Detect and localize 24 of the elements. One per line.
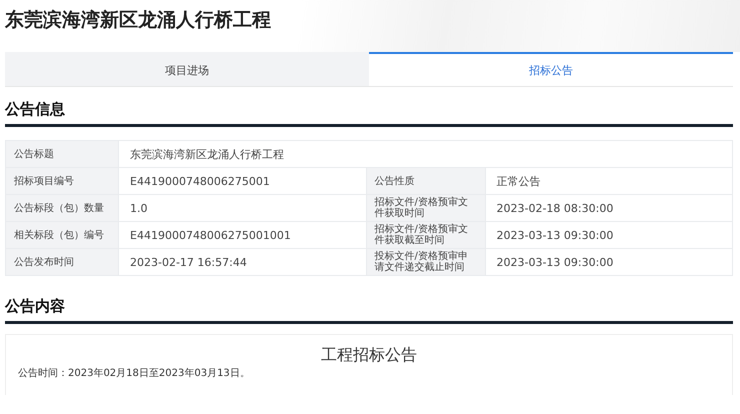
field-label: 相关标段（包）编号 [6, 222, 118, 248]
page-title: 东莞滨海湾新区龙涌人行桥工程 [5, 8, 271, 32]
tab[interactable]: 项目进场 [5, 52, 369, 86]
field-value: 正常公告 [486, 168, 732, 194]
field-value: E4419000748006275001 [119, 168, 366, 194]
section-heading: 公告内容 [5, 297, 65, 316]
field-value: 2023-02-18 08:30:00 [486, 195, 732, 221]
notice-time: 公告时间：2023年02月18日至2023年03月13日。 [18, 367, 251, 380]
field-value: 东莞滨海湾新区龙涌人行桥工程 [119, 141, 732, 167]
field-label: 公告标段（包）数量 [6, 195, 118, 221]
field-label: 招标文件/资格预审文件获取时间 [366, 195, 484, 221]
field-label: 公告性质 [366, 168, 484, 194]
field-label: 招标文件/资格预审文件获取截至时间 [366, 222, 484, 248]
document-title: 工程招标公告 [320, 345, 418, 365]
field-value: 1.0 [119, 195, 366, 221]
field-value: 2023-03-13 09:30:00 [486, 249, 732, 275]
field-label: 投标文件/资格预审申请文件递交截止时间 [366, 249, 484, 275]
section-heading: 公告信息 [5, 100, 65, 119]
field-label: 公告标题 [6, 141, 118, 167]
field-value: 2023-03-13 09:30:00 [486, 222, 732, 248]
field-value: 2023-02-17 16:57:44 [119, 249, 366, 275]
field-label: 招标项目编号 [6, 168, 118, 194]
field-label: 公告发布时间 [6, 249, 118, 275]
field-value: E4419000748006275001001 [119, 222, 366, 248]
